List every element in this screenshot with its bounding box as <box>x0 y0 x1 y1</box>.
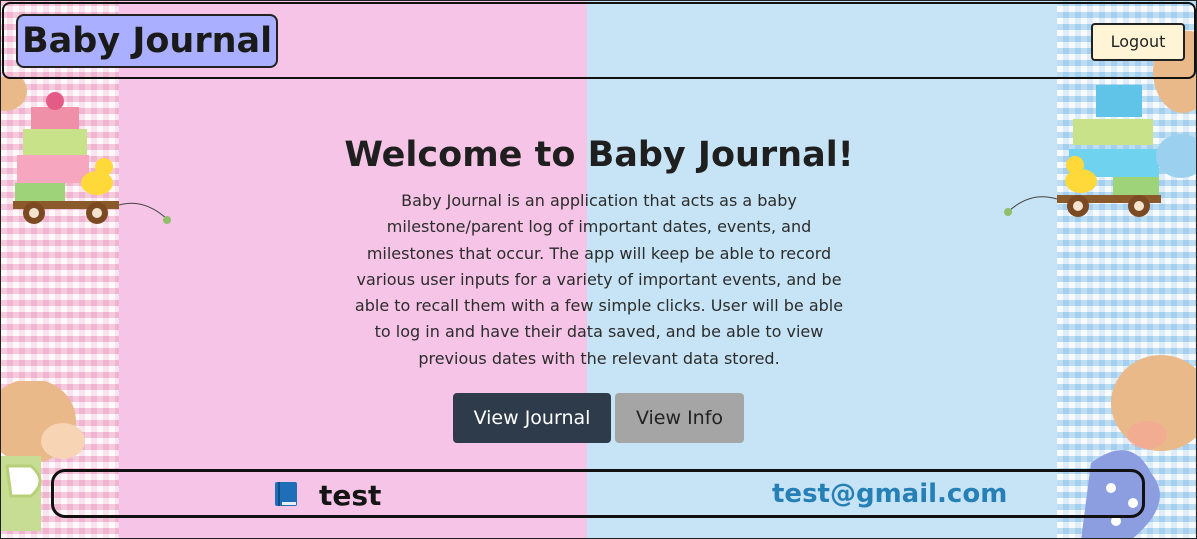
username: test <box>319 479 382 512</box>
bear-ear-top-left <box>1 77 27 111</box>
book-icon <box>275 482 297 506</box>
page-title: Welcome to Baby Journal! <box>344 135 854 175</box>
app-description: Baby Journal is an application that acts… <box>354 191 844 368</box>
page: Baby Journal Logout Welcome to Baby Jour… <box>0 0 1197 539</box>
logout-button[interactable]: Logout <box>1091 23 1185 61</box>
user-info-bar: test test@gmail.com <box>51 469 1145 518</box>
top-navbar: Baby Journal Logout <box>2 2 1196 79</box>
view-journal-button[interactable]: View Journal <box>453 393 611 443</box>
user-email: test@gmail.com <box>772 479 1008 509</box>
gift-cart-left-illustration <box>13 92 171 224</box>
brand-logo[interactable]: Baby Journal <box>16 14 279 68</box>
view-info-button[interactable]: View Info <box>615 393 744 443</box>
